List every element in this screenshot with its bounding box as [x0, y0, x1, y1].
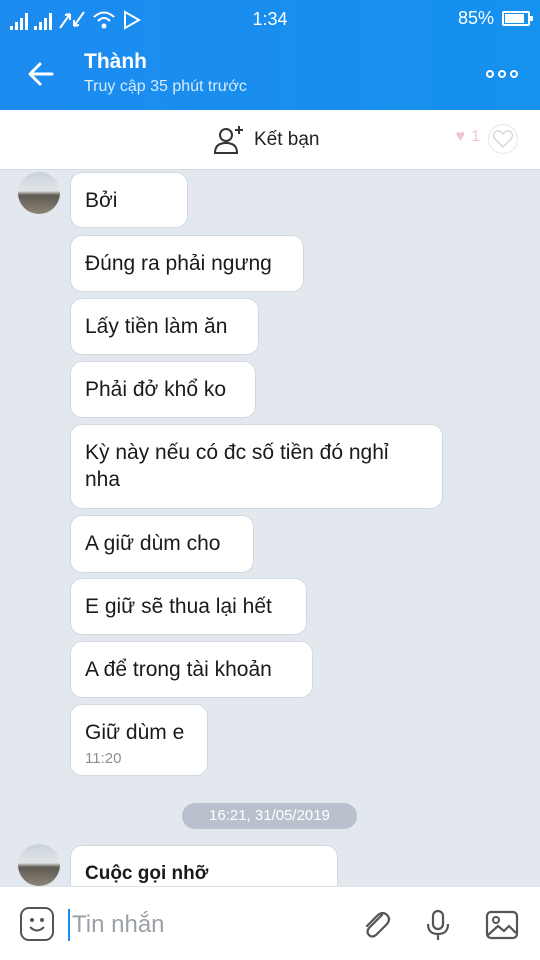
- message-text: Lấy tiền làm ăn: [85, 315, 228, 338]
- date-separator: 16:21, 31/05/2019: [182, 803, 357, 829]
- back-arrow-icon[interactable]: [22, 54, 62, 94]
- message-composer: [0, 886, 540, 960]
- like-button[interactable]: [488, 124, 518, 154]
- message-text: E giữ sẽ thua lại hết: [85, 595, 272, 618]
- message-text: Đúng ra phải ngưng: [85, 252, 272, 275]
- message-text: A để trong tài khoản: [85, 658, 272, 681]
- add-friend-button[interactable]: Kết bạn: [212, 124, 320, 156]
- message-bubble[interactable]: Đúng ra phải ngưng: [70, 235, 304, 292]
- message-input[interactable]: [72, 907, 332, 943]
- heart-icon: ♥: [455, 128, 466, 145]
- message-text: A giữ dùm cho: [85, 532, 221, 555]
- missed-call-text: Cuộc gọi nhỡ: [85, 863, 209, 884]
- message-bubble[interactable]: Bởi: [70, 172, 188, 228]
- contact-avatar[interactable]: [18, 844, 60, 886]
- paperclip-icon[interactable]: [358, 907, 394, 943]
- microphone-icon[interactable]: [420, 907, 456, 943]
- message-time: 11:20: [85, 750, 122, 767]
- message-bubble[interactable]: Giữ dùm e 11:20: [70, 704, 208, 776]
- message-bubble[interactable]: A giữ dùm cho: [70, 515, 254, 573]
- friend-request-bar: Kết bạn ♥ 1: [0, 110, 540, 170]
- message-bubble[interactable]: Phải đở khổ ko: [70, 361, 256, 418]
- message-bubble[interactable]: Kỳ này nếu có đc số tiền đó nghỉ nha: [70, 424, 443, 509]
- like-count: 1: [471, 128, 480, 145]
- battery-status: 85%: [457, 8, 533, 29]
- add-user-icon: [213, 126, 243, 154]
- heart-outline-icon: [492, 130, 514, 149]
- message-bubble[interactable]: A để trong tài khoản: [70, 641, 313, 698]
- message-bubble[interactable]: E giữ sẽ thua lại hết: [70, 578, 307, 635]
- last-seen-status: Truy cập 35 phút trước: [84, 78, 247, 95]
- message-bubble[interactable]: Lấy tiền làm ăn: [70, 298, 259, 355]
- message-text: Kỳ này nếu có đc số tiền đó nghỉ nha: [85, 441, 389, 491]
- status-bar: 1:34 85%: [0, 0, 540, 38]
- battery-icon: [502, 11, 533, 26]
- contact-name[interactable]: Thành: [84, 50, 147, 74]
- more-options-icon[interactable]: [482, 62, 522, 86]
- battery-percent: 85%: [457, 8, 494, 28]
- message-text: Bởi: [85, 189, 118, 212]
- text-cursor: [68, 909, 70, 941]
- add-friend-label: Kết bạn: [254, 129, 320, 150]
- chat-header: Thành Truy cập 35 phút trước: [0, 38, 540, 110]
- message-text: Giữ dùm e: [85, 721, 185, 744]
- message-text: Phải đở khổ ko: [85, 378, 227, 401]
- contact-avatar[interactable]: [18, 172, 60, 214]
- image-icon[interactable]: [484, 907, 520, 943]
- emoji-icon[interactable]: [20, 907, 54, 941]
- like-counter[interactable]: ♥ 1: [456, 128, 480, 146]
